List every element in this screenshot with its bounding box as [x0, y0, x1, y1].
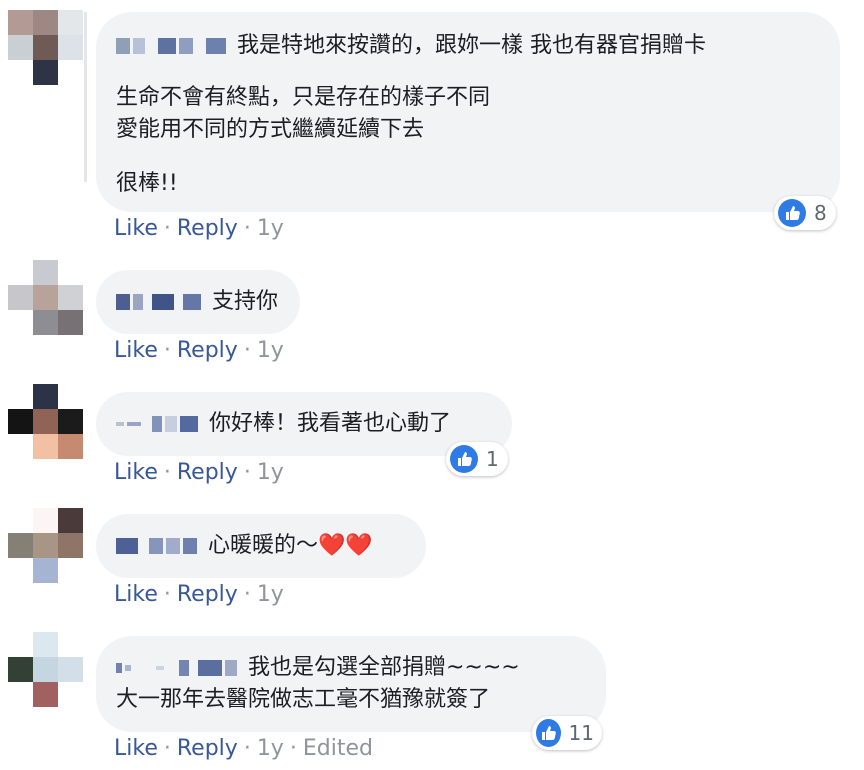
reply-link[interactable]: Reply — [177, 582, 238, 607]
like-link[interactable]: Like — [114, 338, 158, 363]
like-link[interactable]: Like — [114, 216, 158, 241]
comment-actions: Like · Reply · 1y — [114, 216, 284, 241]
like-link[interactable]: Like — [114, 736, 158, 761]
comment-bubble: 心暖暖的～❤️❤️ — [96, 514, 426, 578]
reply-link[interactable]: Reply — [177, 736, 238, 761]
comment-text: 你好棒！我看著也心動了 — [209, 411, 452, 436]
timestamp[interactable]: 1y — [257, 338, 284, 363]
timestamp[interactable]: 1y — [257, 460, 284, 485]
thumbs-up-icon — [778, 199, 806, 227]
reaction-number: 1 — [486, 447, 499, 471]
comment-actions: Like · Reply · 1y · Edited — [114, 736, 373, 761]
reply-link[interactable]: Reply — [177, 460, 238, 485]
commenter-name[interactable] — [116, 286, 204, 318]
comment-text: 很棒!! — [116, 171, 178, 196]
reply-link[interactable]: Reply — [177, 338, 238, 363]
comment-bubble: 支持你 — [96, 270, 300, 334]
comment-text: 我也是勾選全部捐贈~~~~ — [248, 655, 520, 680]
timestamp[interactable]: 1y — [257, 582, 284, 607]
avatar[interactable] — [8, 10, 83, 85]
avatar[interactable] — [8, 632, 83, 707]
avatar[interactable] — [8, 260, 83, 335]
commenter-name[interactable] — [116, 530, 200, 562]
comment-bubble: 我也是勾選全部捐贈~~~~ 大一那年去醫院做志工毫不猶豫就簽了 — [96, 636, 606, 732]
thumbs-up-icon — [536, 719, 561, 747]
comment-text: 我是特地來按讚的，跟妳一樣 我也有器官捐贈卡 — [237, 33, 706, 58]
comment-text: 愛能用不同的方式繼續延續下去 — [116, 117, 425, 142]
thumbs-up-icon — [450, 445, 478, 473]
avatar[interactable] — [8, 508, 83, 583]
reaction-count[interactable]: 11 — [532, 716, 602, 750]
commenter-name[interactable] — [116, 408, 201, 440]
comment-text: 心暖暖的～❤️❤️ — [208, 533, 373, 558]
timestamp[interactable]: 1y — [257, 736, 284, 761]
commenter-name[interactable] — [116, 30, 229, 62]
edited-label[interactable]: Edited — [303, 736, 373, 761]
comment-text: 大一那年去醫院做志工毫不猶豫就簽了 — [116, 687, 491, 712]
commenter-name[interactable] — [116, 652, 240, 684]
thread-line — [84, 12, 87, 182]
reaction-count[interactable]: 1 — [446, 442, 508, 476]
like-link[interactable]: Like — [114, 582, 158, 607]
comment-bubble: 我是特地來按讚的，跟妳一樣 我也有器官捐贈卡 生命不會有終點，只是存在的樣子不同… — [96, 12, 840, 212]
comment-actions: Like · Reply · 1y — [114, 460, 284, 485]
timestamp[interactable]: 1y — [257, 216, 284, 241]
comment-actions: Like · Reply · 1y — [114, 338, 284, 363]
reaction-number: 8 — [814, 201, 827, 225]
like-link[interactable]: Like — [114, 460, 158, 485]
reply-link[interactable]: Reply — [177, 216, 238, 241]
avatar[interactable] — [8, 384, 83, 459]
reaction-number: 11 — [568, 721, 594, 745]
reaction-count[interactable]: 8 — [774, 196, 836, 230]
comment-text: 支持你 — [212, 289, 279, 314]
comment-text: 生命不會有終點，只是存在的樣子不同 — [116, 85, 491, 110]
comment-actions: Like · Reply · 1y — [114, 582, 284, 607]
